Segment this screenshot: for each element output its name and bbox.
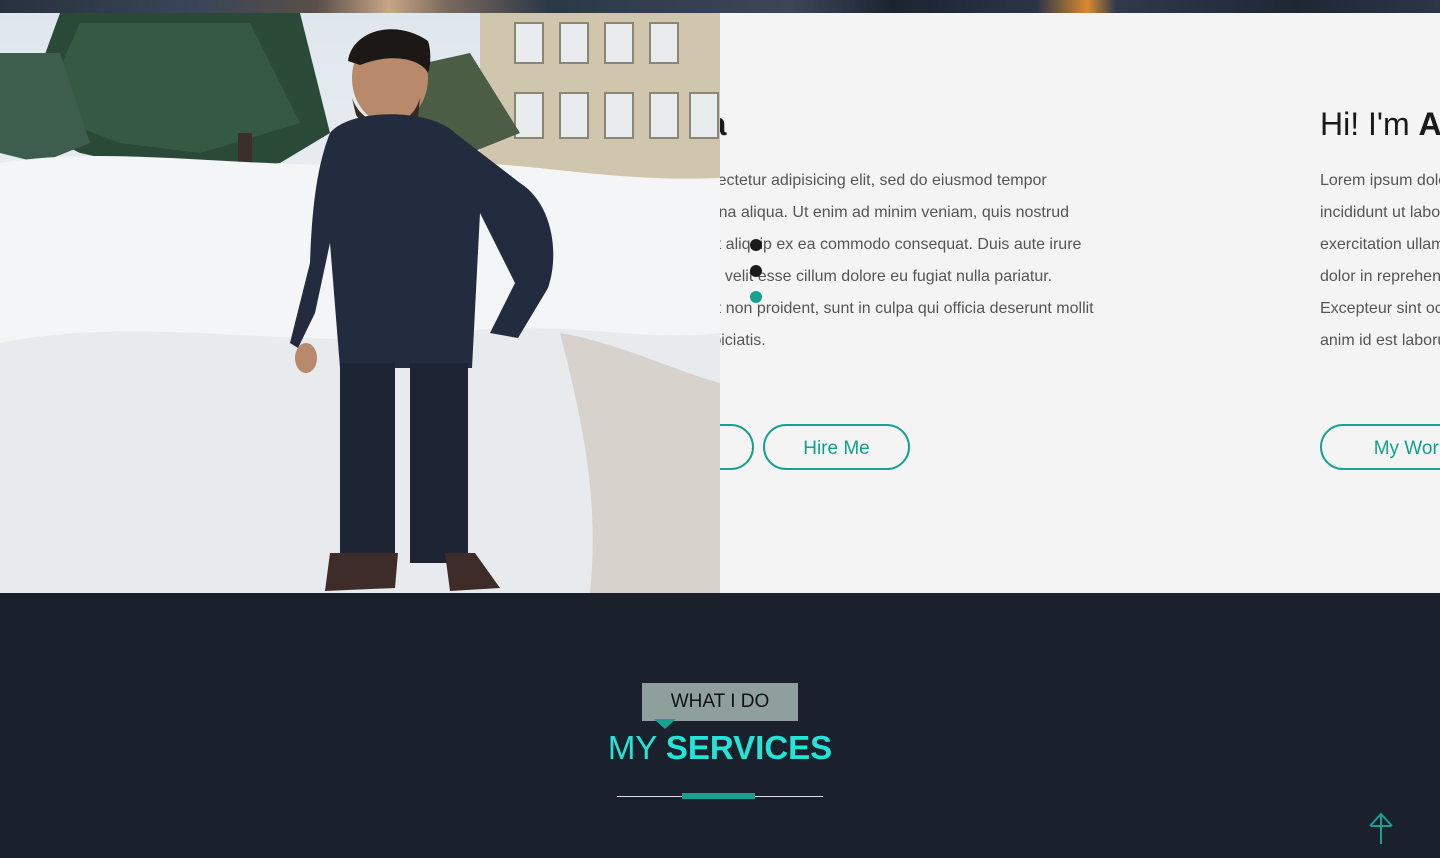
hero-greeting-next: Hi! I'm bbox=[1320, 106, 1419, 142]
services-title-light: MY bbox=[607, 729, 666, 766]
profile-photo-illustration bbox=[0, 13, 720, 593]
title-divider-accent bbox=[682, 793, 755, 799]
services-title: MY SERVICES bbox=[0, 728, 1440, 768]
hero-bio-next: Lorem ipsum dolor sit amet, consectetur … bbox=[1320, 172, 1440, 349]
slider-dot-3[interactable] bbox=[750, 291, 762, 303]
scroll-to-top-button[interactable] bbox=[1366, 810, 1396, 846]
hero-title-next: Hi! I'm Aaradhya bbox=[1320, 105, 1440, 143]
services-tag: WHAT I DO bbox=[642, 683, 798, 721]
services-section: WHAT I DO MY SERVICES bbox=[0, 593, 1440, 858]
arrow-up-icon bbox=[1369, 812, 1393, 844]
slider-dots bbox=[750, 239, 764, 317]
slider-dot-1[interactable] bbox=[750, 239, 762, 251]
hero-section: Hi! I'm Aaradhya Lorem ipsum dolor sit a… bbox=[0, 13, 1440, 593]
top-photo-strip bbox=[0, 0, 1440, 13]
services-title-bold: SERVICES bbox=[665, 729, 833, 766]
slider-dot-2[interactable] bbox=[750, 265, 762, 277]
hero-name-next: Aaradhya bbox=[1418, 106, 1440, 142]
profile-photo bbox=[0, 13, 720, 593]
hire-me-button[interactable]: Hire Me bbox=[763, 424, 910, 470]
my-work-button-next[interactable]: My Work bbox=[1320, 424, 1440, 470]
